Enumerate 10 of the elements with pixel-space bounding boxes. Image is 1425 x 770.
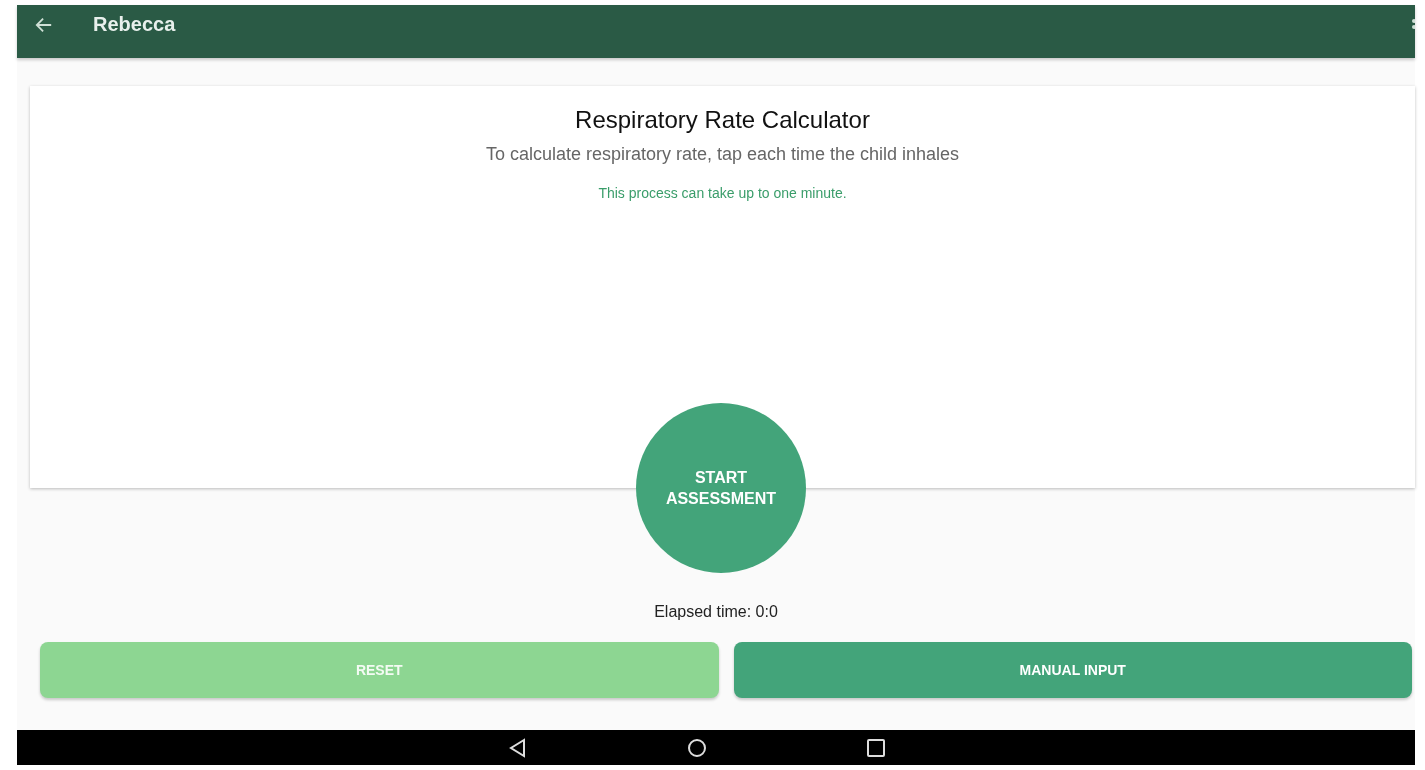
app-bar-title: Rebecca	[93, 13, 176, 36]
recents-icon[interactable]	[867, 738, 885, 757]
elapsed-time: Elapsed time: 0:0	[654, 603, 778, 621]
card-title: Respiratory Rate Calculator	[575, 106, 870, 134]
action-button[interactable]: MANUAL INPUT	[733, 642, 1412, 698]
card-subtitle: To calculate respiratory rate, tap each time the child inhales	[485, 144, 960, 165]
back-icon[interactable]	[509, 737, 527, 758]
home-icon[interactable]	[687, 737, 707, 758]
card-note: This process can take up to one minute.	[598, 185, 847, 201]
back-arrow-icon[interactable]	[35, 15, 53, 34]
